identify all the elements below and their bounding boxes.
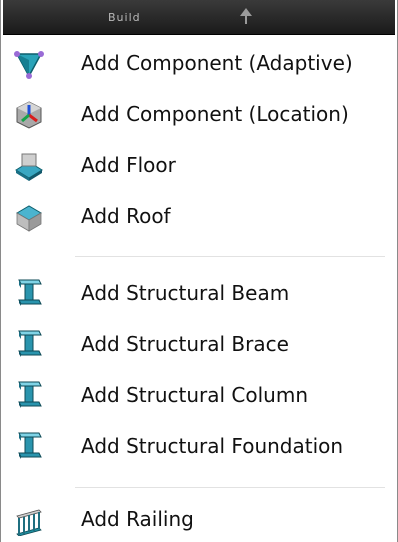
menu-item-add-structural-brace[interactable]: Add Structural Brace (1, 323, 397, 363)
context-menu: Build Add Component (Adaptive) Add Compo… (0, 0, 398, 542)
structural-brace-icon (13, 327, 45, 359)
menu-item-label: Add Roof (81, 204, 171, 228)
menu-item-add-structural-beam[interactable]: Add Structural Beam (1, 272, 397, 312)
menu-item-label: Add Component (Location) (81, 102, 349, 126)
menu-separator (75, 256, 385, 257)
menu-item-label: Add Component (Adaptive) (81, 51, 353, 75)
menu-item-add-railing[interactable]: Add Railing (1, 500, 397, 540)
menu-item-label: Add Structural Brace (81, 332, 289, 356)
floor-icon (13, 150, 45, 182)
adaptive-component-icon (13, 48, 45, 80)
menu-separator (75, 487, 385, 488)
arrow-up-icon (240, 8, 252, 24)
menu-item-label: Add Railing (81, 507, 194, 531)
menu-item-add-structural-column[interactable]: Add Structural Column (1, 374, 397, 414)
menu-item-label: Add Structural Foundation (81, 434, 344, 458)
railing-icon (13, 504, 45, 536)
menu-item-add-roof[interactable]: Add Roof (1, 197, 397, 237)
structural-beam-icon (13, 276, 45, 308)
menu-header: Build (3, 0, 395, 35)
structural-foundation-icon (13, 429, 45, 461)
menu-item-add-floor[interactable]: Add Floor (1, 146, 397, 186)
menu-header-title: Build (108, 11, 141, 24)
menu-item-label: Add Structural Beam (81, 281, 290, 305)
menu-item-label: Add Structural Column (81, 383, 309, 407)
menu-item-label: Add Floor (81, 153, 176, 177)
roof-icon (13, 201, 45, 233)
menu-item-add-component-location[interactable]: Add Component (Location) (1, 95, 397, 135)
menu-item-add-component-adaptive[interactable]: Add Component (Adaptive) (1, 44, 397, 84)
structural-column-icon (13, 378, 45, 410)
menu-item-add-structural-foundation[interactable]: Add Structural Foundation (1, 425, 397, 465)
location-component-icon (13, 99, 45, 131)
